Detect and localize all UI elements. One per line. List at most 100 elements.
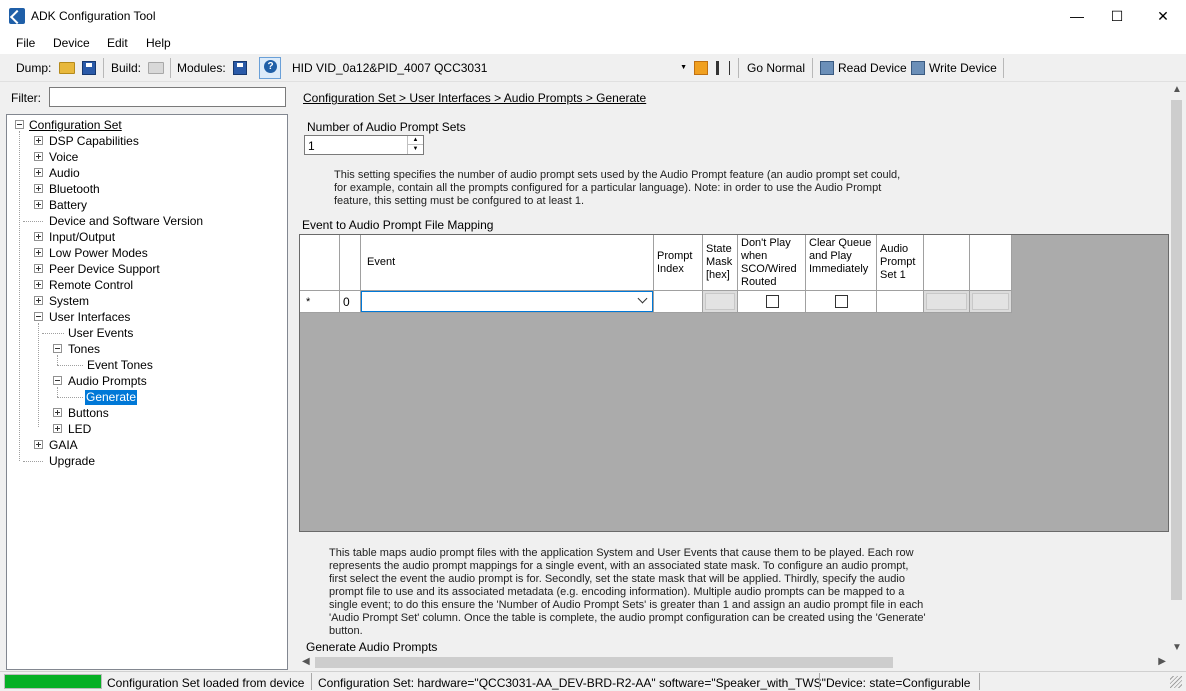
filter-input[interactable] — [49, 87, 286, 107]
tree-node-event-tones[interactable]: Event Tones — [86, 358, 154, 373]
generate-section-title: Generate Audio Prompts — [306, 640, 438, 654]
tree-node-bluetooth[interactable]: Bluetooth — [48, 182, 101, 197]
collapse-icon[interactable] — [53, 344, 62, 353]
tree-node-generate[interactable]: Generate — [85, 390, 138, 405]
status-device-state: Device: state=Configurable — [826, 676, 971, 690]
spin-down-icon[interactable]: ▼ — [408, 145, 423, 154]
expand-icon[interactable] — [34, 184, 43, 193]
read-device-button[interactable]: Read Device — [838, 61, 907, 75]
menu-device[interactable]: Device — [53, 36, 90, 50]
event-select[interactable] — [361, 291, 653, 312]
prompt-index-cell[interactable] — [654, 291, 703, 313]
dont-play-cell[interactable] — [738, 291, 806, 313]
num-prompt-sets-value: 1 — [308, 139, 315, 153]
expand-icon[interactable] — [34, 440, 43, 449]
tree-node-led[interactable]: LED — [67, 422, 92, 437]
grid-header-clear-queue[interactable]: Clear Queue and Play Immediately — [806, 235, 877, 291]
cable-icon[interactable] — [716, 61, 730, 75]
folder-open-icon[interactable] — [59, 62, 75, 74]
audio-prompt-set-1-cell[interactable] — [877, 291, 924, 313]
device-select[interactable]: HID VID_0a12&PID_4007 QCC3031 ▼ — [287, 58, 689, 78]
folder-gray-icon[interactable] — [148, 62, 164, 74]
tree-node-user-events[interactable]: User Events — [67, 326, 134, 341]
menu-file[interactable]: File — [16, 36, 35, 50]
grid-header-extra-1 — [924, 235, 970, 291]
spin-up-icon[interactable]: ▲ — [408, 136, 423, 145]
expand-icon[interactable] — [34, 136, 43, 145]
resize-grip-icon[interactable] — [1170, 676, 1182, 688]
vertical-scrollbar[interactable]: ▲ ▼ — [1169, 82, 1184, 655]
tree-node-buttons[interactable]: Buttons — [67, 406, 110, 421]
tree-node-peer-device-support[interactable]: Peer Device Support — [48, 262, 161, 277]
tree-node-user-interfaces[interactable]: User Interfaces — [48, 310, 131, 325]
maximize-button[interactable]: ☐ — [1094, 0, 1140, 32]
config-tree[interactable]: Configuration Set DSP Capabilities Voice… — [6, 114, 288, 670]
expand-icon[interactable] — [34, 232, 43, 241]
expand-icon[interactable] — [53, 408, 62, 417]
scroll-down-icon[interactable]: ▼ — [1172, 642, 1182, 653]
num-prompt-sets-stepper[interactable]: 1 ▲ ▼ — [304, 135, 424, 155]
help-icon[interactable] — [259, 57, 281, 79]
expand-icon[interactable] — [34, 280, 43, 289]
expand-icon[interactable] — [34, 168, 43, 177]
tree-node-remote-control[interactable]: Remote Control — [48, 278, 134, 293]
horizontal-scroll-thumb[interactable] — [315, 657, 893, 668]
event-cell[interactable] — [361, 291, 654, 313]
modules-label: Modules: — [177, 61, 226, 75]
tree-node-device-software-version[interactable]: Device and Software Version — [48, 214, 204, 229]
menu-bar — [0, 32, 1186, 54]
write-device-icon[interactable] — [911, 61, 925, 75]
reset-icon[interactable] — [694, 61, 708, 75]
dont-play-checkbox[interactable] — [765, 295, 779, 308]
breadcrumb[interactable]: Configuration Set > User Interfaces > Au… — [303, 91, 646, 105]
state-mask-cell[interactable] — [703, 291, 738, 313]
filter-label: Filter: — [11, 91, 41, 105]
mapping-grid[interactable]: Event Prompt Index State Mask [hex] Don'… — [299, 234, 1169, 532]
tree-node-upgrade[interactable]: Upgrade — [48, 454, 96, 469]
tree-node-audio-prompts[interactable]: Audio Prompts — [67, 374, 148, 389]
new-row-marker: * — [300, 291, 340, 313]
vertical-scroll-thumb[interactable] — [1171, 100, 1182, 600]
write-device-button[interactable]: Write Device — [929, 61, 997, 75]
expand-icon[interactable] — [53, 424, 62, 433]
grid-header-audio-prompt-set-1[interactable]: Audio Prompt Set 1 — [877, 235, 924, 291]
grid-header-event[interactable]: Event — [361, 235, 654, 291]
status-separator — [819, 673, 820, 690]
scroll-up-icon[interactable]: ▲ — [1172, 84, 1182, 95]
grid-header-dont-play[interactable]: Don't Play when SCO/Wired Routed — [738, 235, 806, 291]
tree-node-tones[interactable]: Tones — [67, 342, 101, 357]
tree-node-voice[interactable]: Voice — [48, 150, 79, 165]
tree-node-system[interactable]: System — [48, 294, 90, 309]
tree-node-battery[interactable]: Battery — [48, 198, 88, 213]
grid-header-prompt-index[interactable]: Prompt Index — [654, 235, 703, 291]
expand-icon[interactable] — [34, 264, 43, 273]
save-icon[interactable] — [82, 61, 96, 75]
expand-icon[interactable] — [34, 200, 43, 209]
collapse-icon[interactable] — [34, 312, 43, 321]
menu-edit[interactable]: Edit — [107, 36, 128, 50]
tree-node-configuration-set[interactable]: Configuration Set — [28, 118, 123, 133]
menu-help[interactable]: Help — [146, 36, 171, 50]
extra-cell-1[interactable] — [924, 291, 970, 313]
collapse-icon[interactable] — [15, 120, 24, 129]
grid-header-state-mask[interactable]: State Mask [hex] — [703, 235, 738, 291]
clear-queue-checkbox[interactable] — [835, 295, 848, 308]
tree-node-gaia[interactable]: GAIA — [48, 438, 79, 453]
expand-icon[interactable] — [34, 152, 43, 161]
scroll-left-icon[interactable]: ◀ — [302, 656, 310, 667]
clear-queue-cell[interactable] — [806, 291, 877, 313]
tree-node-input-output[interactable]: Input/Output — [48, 230, 116, 245]
extra-cell-2[interactable] — [970, 291, 1012, 313]
read-device-icon[interactable] — [820, 61, 834, 75]
close-button[interactable]: ✕ — [1140, 0, 1186, 32]
scroll-right-icon[interactable]: ▶ — [1158, 656, 1166, 667]
expand-icon[interactable] — [34, 296, 43, 305]
tree-node-audio[interactable]: Audio — [48, 166, 81, 181]
tree-node-low-power-modes[interactable]: Low Power Modes — [48, 246, 149, 261]
tree-node-dsp-capabilities[interactable]: DSP Capabilities — [48, 134, 140, 149]
collapse-icon[interactable] — [53, 376, 62, 385]
go-normal-button[interactable]: Go Normal — [747, 61, 805, 75]
expand-icon[interactable] — [34, 248, 43, 257]
horizontal-scrollbar[interactable]: ◀ ▶ — [299, 655, 1169, 670]
save-icon[interactable] — [233, 61, 247, 75]
